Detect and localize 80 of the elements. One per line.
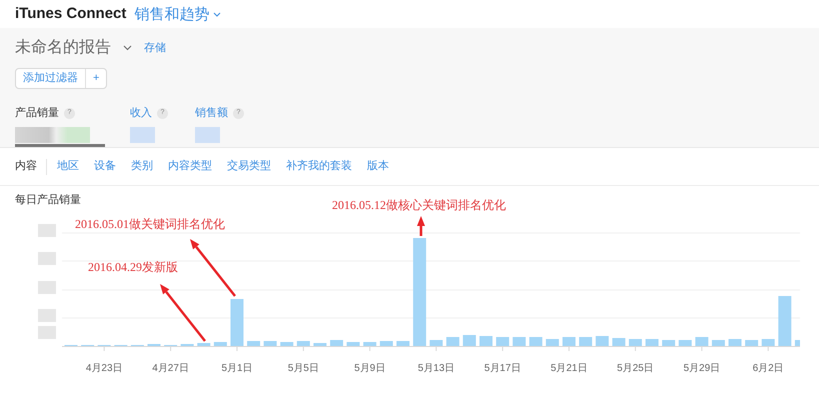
app-title: iTunes Connect bbox=[15, 4, 126, 24]
bar bbox=[363, 342, 376, 346]
axis-label: 5月1日 bbox=[220, 362, 254, 376]
axis-label: 5月13日 bbox=[416, 362, 456, 376]
bar bbox=[678, 340, 692, 346]
report-title: 未命名的报告 bbox=[15, 38, 111, 58]
bar bbox=[380, 341, 393, 346]
bar bbox=[430, 340, 443, 346]
bar bbox=[496, 337, 510, 346]
bar bbox=[579, 337, 592, 346]
tab[interactable]: 类别 bbox=[131, 158, 153, 175]
annotation-arrow bbox=[190, 239, 236, 297]
tab[interactable]: 内容 bbox=[15, 158, 37, 175]
tab[interactable]: 交易类型 bbox=[227, 158, 271, 175]
annotation-text: 2016.04.29发新版 bbox=[88, 259, 178, 276]
bar bbox=[446, 337, 460, 346]
redacted-axis-value bbox=[38, 326, 56, 339]
bar bbox=[762, 339, 775, 346]
bar bbox=[214, 342, 227, 346]
redacted-axis-value bbox=[38, 252, 56, 265]
bar bbox=[695, 337, 708, 346]
bar bbox=[314, 343, 326, 346]
annotation-text: 2016.05.12做核心关键词排名优化 bbox=[332, 197, 506, 214]
chevron-down-icon bbox=[213, 12, 222, 16]
section-menu[interactable]: 销售和趋势 bbox=[134, 2, 222, 26]
bar bbox=[230, 299, 244, 346]
bar bbox=[346, 342, 360, 346]
bar bbox=[546, 339, 559, 346]
bar bbox=[197, 343, 210, 346]
bar bbox=[712, 340, 725, 346]
bar bbox=[628, 339, 642, 346]
bar bbox=[330, 340, 344, 346]
bar bbox=[480, 336, 492, 346]
bar bbox=[462, 335, 476, 346]
bar bbox=[612, 338, 626, 346]
save-link[interactable]: 存储 bbox=[144, 40, 166, 56]
metric-label: 产品销量 bbox=[15, 106, 59, 121]
bar bbox=[280, 342, 294, 346]
metric-label: 销售额 bbox=[195, 106, 228, 121]
annotation-arrow bbox=[417, 216, 425, 236]
axis-label: 6月2日 bbox=[752, 362, 785, 376]
bar bbox=[396, 341, 410, 346]
axis-label: 4月23日 bbox=[84, 362, 124, 376]
tab[interactable]: 地区 bbox=[57, 158, 79, 175]
bar bbox=[728, 339, 742, 346]
chart-title: 每日产品销量 bbox=[15, 192, 81, 208]
axis-label: 5月9日 bbox=[353, 362, 386, 376]
bar bbox=[264, 341, 277, 346]
bar bbox=[596, 336, 609, 346]
bar bbox=[296, 341, 310, 346]
axis-label: 4月27日 bbox=[151, 362, 190, 376]
bar bbox=[646, 339, 658, 346]
bar bbox=[662, 340, 676, 346]
add-filter-button[interactable]: 添加过滤器 bbox=[16, 69, 86, 88]
annotation-arrow bbox=[160, 284, 206, 342]
tab[interactable]: 设备 bbox=[94, 158, 116, 175]
axis-label: 5月17日 bbox=[483, 362, 522, 376]
redacted-axis-value bbox=[38, 309, 56, 322]
axis-label: 5月21日 bbox=[550, 362, 588, 376]
bar bbox=[529, 337, 542, 346]
redacted-value bbox=[130, 126, 155, 142]
axis-label: 5月25日 bbox=[616, 362, 655, 376]
bar bbox=[778, 296, 792, 346]
chevron-down-icon[interactable] bbox=[123, 45, 132, 51]
bar bbox=[247, 341, 260, 346]
bar bbox=[562, 337, 576, 346]
tab[interactable]: 版本 bbox=[367, 158, 389, 175]
annotation-text: 2016.05.01做关键词排名优化 bbox=[75, 216, 225, 233]
axis-label: 5月5日 bbox=[286, 362, 320, 376]
bar bbox=[794, 340, 800, 346]
metric-label: 收入 bbox=[130, 106, 152, 121]
axis-label: 5月29日 bbox=[682, 362, 722, 376]
tab[interactable]: 补齐我的套装 bbox=[286, 158, 352, 175]
redacted-axis-value bbox=[38, 281, 56, 294]
redacted-axis-value bbox=[38, 224, 56, 237]
bar bbox=[745, 340, 758, 346]
tab[interactable]: 内容类型 bbox=[168, 158, 212, 175]
add-button[interactable]: + bbox=[86, 69, 106, 88]
redacted-value bbox=[195, 126, 220, 142]
bar bbox=[512, 337, 526, 346]
